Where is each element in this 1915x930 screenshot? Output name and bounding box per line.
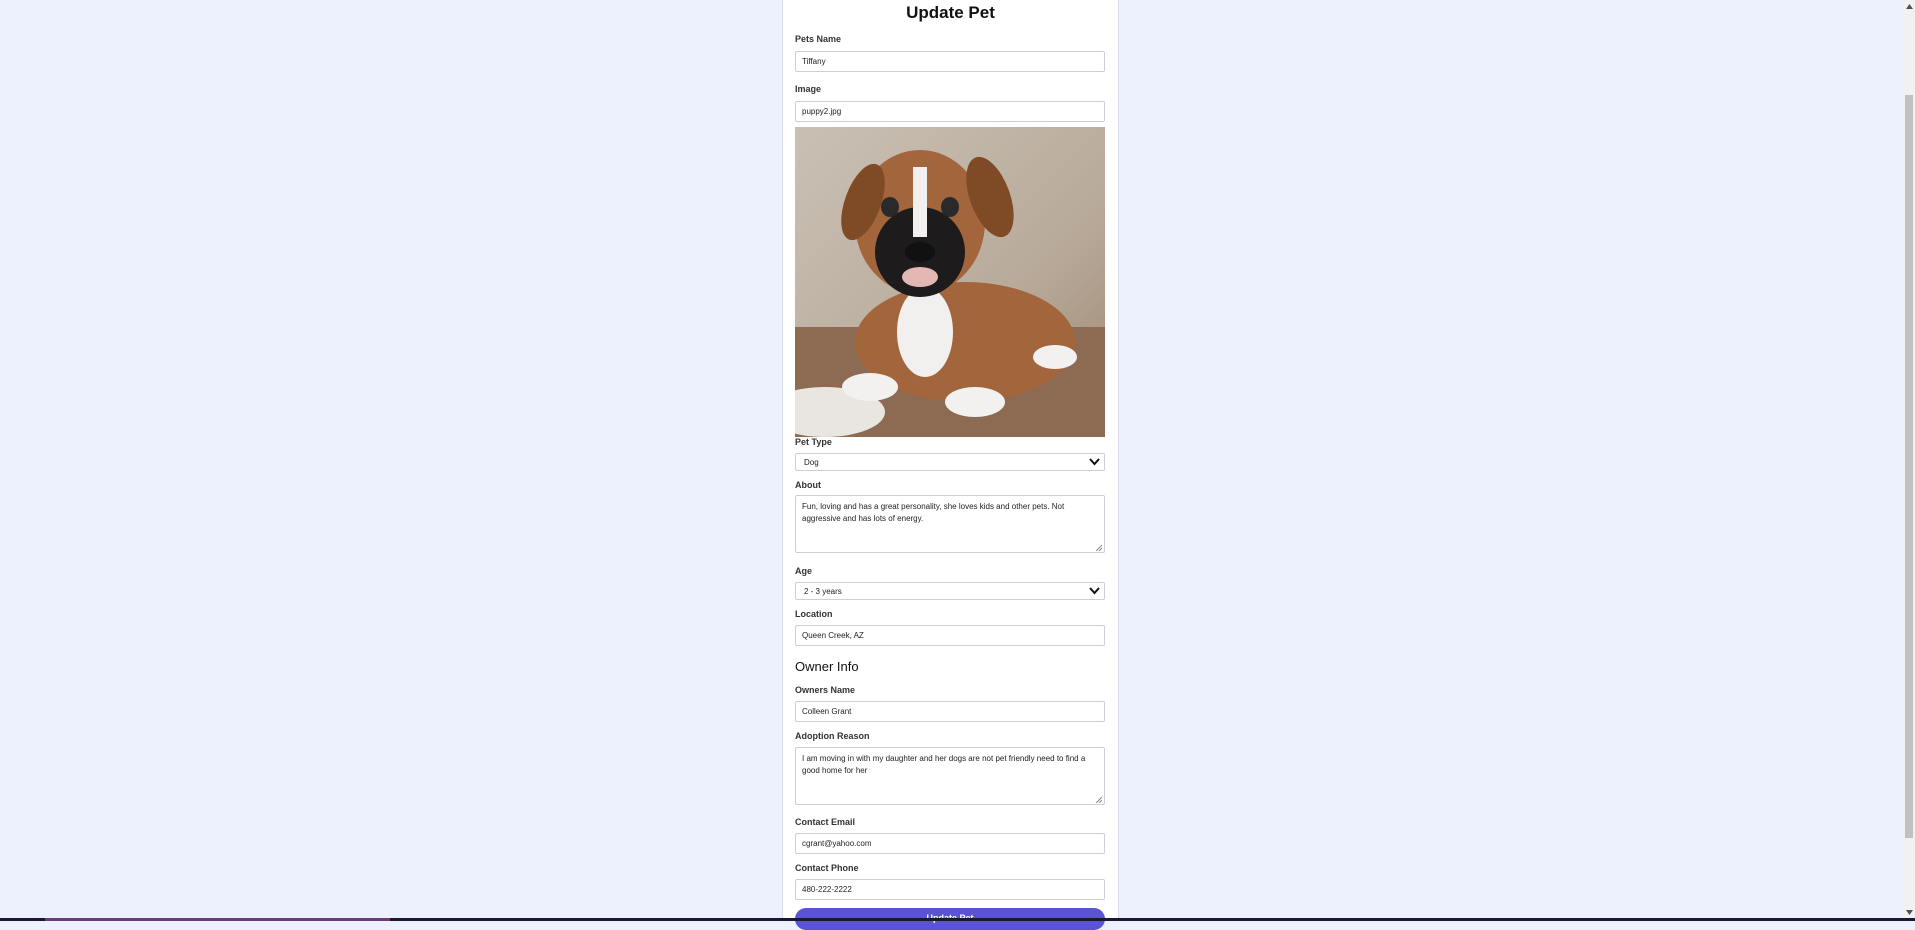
page-title: Update Pet <box>906 3 995 22</box>
pet-type-select[interactable]: Dog <box>795 453 1105 471</box>
contact-email-label: Contact Email <box>795 817 856 827</box>
location-label: Location <box>795 609 833 619</box>
update-pet-form-card: Update Pet Pets Name Tiffany Image puppy… <box>782 0 1119 930</box>
scroll-thumb[interactable] <box>1905 95 1913 838</box>
pets-name-label: Pets Name <box>795 34 842 44</box>
adoption-reason-label: Adoption Reason <box>795 731 870 741</box>
scroll-down-icon[interactable] <box>1903 906 1915 918</box>
age-label: Age <box>795 566 813 576</box>
page-scrollbar[interactable] <box>1903 0 1915 918</box>
owners-name-label: Owners Name <box>795 685 856 695</box>
chevron-down-icon <box>1088 456 1100 468</box>
contact-email-input[interactable]: cgrant@yahoo.com <box>795 833 1105 854</box>
about-text: Fun, loving and has a great personality,… <box>802 502 1065 523</box>
location-input[interactable]: Queen Creek, AZ <box>795 625 1105 646</box>
image-input[interactable]: puppy2.jpg <box>795 101 1105 122</box>
age-select[interactable]: 2 - 3 years <box>795 582 1105 600</box>
contact-phone-label: Contact Phone <box>795 863 859 873</box>
adoption-reason-text: I am moving in with my daughter and her … <box>802 754 1086 775</box>
age-value: 2 - 3 years <box>804 586 842 596</box>
pet-type-value: Dog <box>804 457 819 467</box>
pets-name-input[interactable]: Tiffany <box>795 51 1105 72</box>
adoption-reason-textarea[interactable]: I am moving in with my daughter and her … <box>795 747 1105 805</box>
owner-info-heading: Owner Info <box>795 659 859 674</box>
resize-grip-icon[interactable] <box>1095 543 1103 552</box>
pet-photo <box>795 127 1105 437</box>
contact-phone-input[interactable]: 480-222-2222 <box>795 879 1105 900</box>
about-label: About <box>795 480 821 490</box>
chevron-down-icon <box>1088 585 1100 597</box>
about-textarea[interactable]: Fun, loving and has a great personality,… <box>795 495 1105 553</box>
owners-name-input[interactable]: Colleen Grant <box>795 701 1105 722</box>
scroll-up-icon[interactable] <box>1903 0 1915 12</box>
pet-type-label: Pet Type <box>795 437 832 447</box>
image-label: Image <box>795 84 822 94</box>
resize-grip-icon[interactable] <box>1095 795 1103 804</box>
